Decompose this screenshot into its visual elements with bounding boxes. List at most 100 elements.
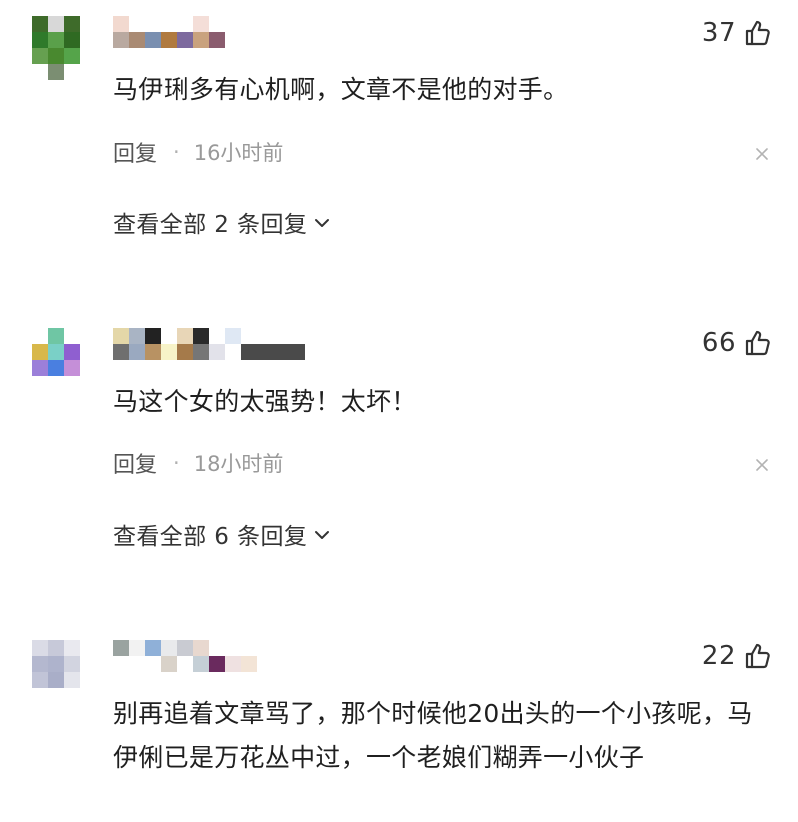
- nick-pixel: [209, 328, 225, 344]
- nick-pixel: [129, 656, 145, 672]
- avatar-pixel: [32, 656, 48, 672]
- reply-button[interactable]: 回复: [113, 136, 157, 168]
- avatar[interactable]: [32, 640, 80, 688]
- avatar-pixel: [64, 656, 80, 672]
- reply-button[interactable]: 回复: [113, 447, 157, 479]
- nick-pixel: [129, 16, 145, 32]
- nick-pixel: [113, 328, 129, 344]
- nick-pixel: [209, 344, 225, 360]
- avatar-pixel: [48, 16, 64, 32]
- nick-pixel: [241, 344, 257, 360]
- comment-time: 16小时前: [193, 141, 284, 165]
- avatar-pixel: [64, 344, 80, 360]
- nick-pixel: [193, 32, 209, 48]
- avatar-pixel: [48, 328, 64, 344]
- nick-pixel: [161, 328, 177, 344]
- view-all-replies-label: 查看全部 2 条回复: [113, 212, 308, 238]
- like-count: 37: [701, 18, 736, 48]
- chevron-down-icon: [307, 209, 331, 235]
- nick-pixel: [177, 344, 193, 360]
- nick-pixel: [241, 328, 257, 344]
- nick-pixel: [161, 640, 177, 656]
- comment-text: 别再追着文章骂了，那个时候他20出头的一个小孩呢，马伊俐已是万花丛中过，一个老娘…: [113, 699, 753, 772]
- avatar-pixel: [32, 640, 48, 656]
- nick-pixel: [113, 16, 129, 32]
- avatar-pixel: [32, 48, 48, 64]
- meta-separator: ·: [173, 140, 180, 164]
- nick-pixel: [145, 656, 161, 672]
- nick-pixel: [145, 344, 161, 360]
- avatar-pixel: [48, 32, 64, 48]
- avatar-pixel: [48, 344, 64, 360]
- like-count: 66: [701, 328, 736, 358]
- nick-pixel: [161, 16, 177, 32]
- close-icon[interactable]: [754, 457, 770, 473]
- nick-pixel: [193, 16, 209, 32]
- avatar-pixel: [32, 328, 48, 344]
- chevron-down-icon: [307, 521, 331, 547]
- avatar-pixel: [64, 640, 80, 656]
- avatar-pixel: [64, 360, 80, 376]
- nick-pixel: [177, 328, 193, 344]
- comment-meta: 回复 · 16小时前: [113, 136, 283, 168]
- avatar-pixel: [48, 656, 64, 672]
- avatar-pixel: [32, 16, 48, 32]
- avatar-pixel: [64, 32, 80, 48]
- like-button[interactable]: 37: [702, 13, 772, 53]
- nick-pixel: [193, 328, 209, 344]
- avatar-pixel: [64, 16, 80, 32]
- nick-pixel: [113, 656, 129, 672]
- close-icon[interactable]: [754, 146, 770, 162]
- nick-pixel: [193, 344, 209, 360]
- comment-time: 18小时前: [193, 452, 284, 476]
- nick-pixel: [113, 32, 129, 48]
- nick-pixel: [273, 344, 289, 360]
- avatar-pixel: [48, 48, 64, 64]
- avatar-pixel: [32, 672, 48, 688]
- nick-pixel: [225, 640, 241, 656]
- view-all-replies-label: 查看全部 6 条回复: [113, 524, 308, 550]
- nick-pixel: [225, 656, 241, 672]
- nick-pixel: [113, 344, 129, 360]
- nick-pixel: [273, 328, 289, 344]
- nick-pixel: [161, 344, 177, 360]
- nick-pixel: [177, 16, 193, 32]
- avatar-pixel: [32, 360, 48, 376]
- avatar-pixel: [64, 672, 80, 688]
- avatar-pixel: [32, 32, 48, 48]
- avatar-pixel: [48, 360, 64, 376]
- thumbs-up-icon: [744, 329, 772, 357]
- username-mosaic[interactable]: [113, 328, 305, 360]
- comment-text: 马这个女的太强势！太坏！: [113, 387, 417, 416]
- avatar[interactable]: [32, 328, 80, 376]
- avatar[interactable]: [32, 16, 80, 80]
- view-all-replies-button[interactable]: 查看全部 6 条回复: [113, 517, 331, 551]
- nick-pixel: [145, 640, 161, 656]
- thumbs-up-icon: [744, 642, 772, 670]
- nick-pixel: [113, 640, 129, 656]
- username-mosaic[interactable]: [113, 16, 225, 48]
- nick-pixel: [289, 344, 305, 360]
- nick-pixel: [225, 344, 241, 360]
- like-button[interactable]: 66: [702, 323, 772, 363]
- nick-pixel: [225, 328, 241, 344]
- nick-pixel: [209, 640, 225, 656]
- username-mosaic[interactable]: [113, 640, 257, 672]
- nick-pixel: [193, 656, 209, 672]
- nick-pixel: [257, 328, 273, 344]
- nick-pixel: [209, 16, 225, 32]
- meta-separator: ·: [173, 451, 180, 475]
- avatar-pixel: [64, 328, 80, 344]
- comment-meta: 回复 · 18小时前: [113, 447, 283, 479]
- nick-pixel: [193, 640, 209, 656]
- avatar-pixel: [48, 672, 64, 688]
- like-button[interactable]: 22: [702, 636, 772, 676]
- nick-pixel: [161, 656, 177, 672]
- avatar-pixel: [48, 64, 64, 80]
- view-all-replies-button[interactable]: 查看全部 2 条回复: [113, 205, 331, 239]
- nick-pixel: [129, 640, 145, 656]
- nick-pixel: [145, 328, 161, 344]
- nick-pixel: [289, 328, 305, 344]
- nick-pixel: [129, 344, 145, 360]
- nick-pixel: [177, 656, 193, 672]
